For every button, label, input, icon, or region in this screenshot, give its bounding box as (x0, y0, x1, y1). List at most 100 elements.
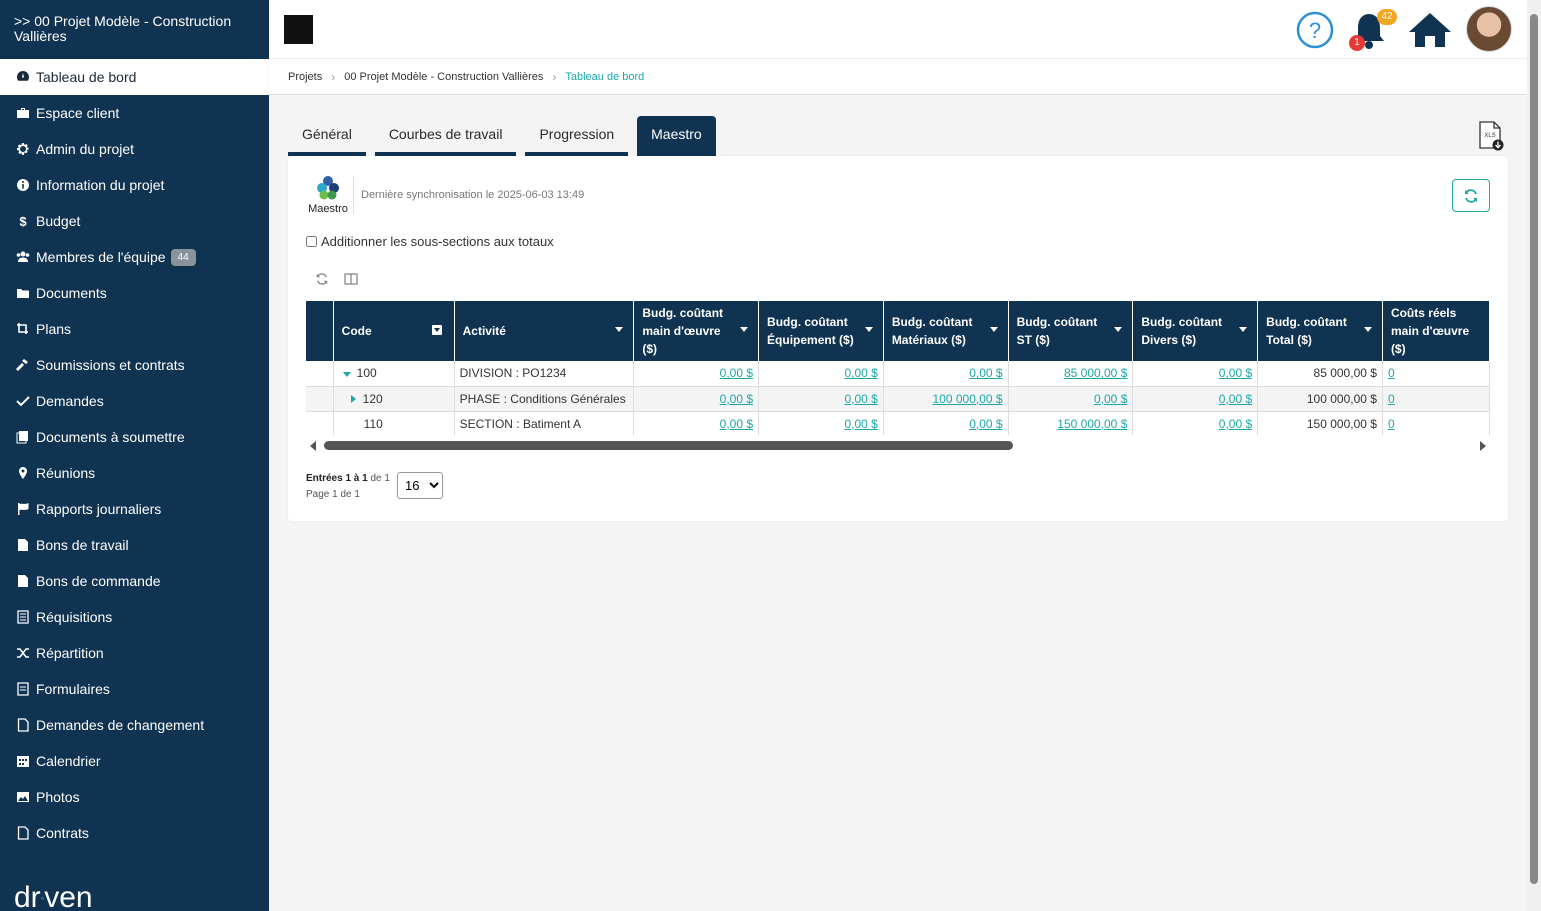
dropdown-icon[interactable] (1114, 327, 1123, 332)
sidebar-item-réquisitions[interactable]: Réquisitions (0, 599, 269, 635)
row-st-budget[interactable]: 150 000,00 $ (1008, 411, 1134, 435)
sidebar-item-réunions[interactable]: Réunions (0, 455, 269, 491)
sum-subsections-option[interactable]: Additionner les sous-sections aux totaux (306, 234, 554, 249)
page-vertical-scrollbar[interactable] (1527, 0, 1541, 911)
column-header-labour-budget[interactable]: Budg. coûtant main d'œuvre ($) (633, 301, 760, 361)
row-actual-labour[interactable]: 0 (1382, 361, 1490, 387)
column-header-equipment-budget[interactable]: Budg. coûtant Équipement ($) (758, 301, 884, 361)
calendar-icon (14, 753, 32, 769)
collapse-icon[interactable] (342, 372, 351, 378)
sidebar-item-demandes[interactable]: Demandes (0, 383, 269, 419)
shuffle-icon (14, 645, 32, 661)
column-header-st-budget[interactable]: Budg. coûtant ST ($) (1008, 301, 1134, 361)
column-header-total-budget[interactable]: Budg. coûtant Total ($) (1257, 301, 1383, 361)
row-equipment-budget[interactable]: 0,00 $ (758, 411, 884, 435)
tab-maestro[interactable]: Maestro (637, 116, 716, 156)
sidebar-item-documents[interactable]: Documents (0, 275, 269, 311)
table-row: 110 SECTION : Batiment A 0,00 $ 0,00 $ 0… (306, 411, 1490, 435)
sidebar-item-membres-de-l-équipe[interactable]: Membres de l'équipe 44 (0, 239, 269, 275)
gear-icon (14, 141, 32, 157)
columns-icon[interactable] (344, 272, 358, 286)
sidebar-item-rapports-journaliers[interactable]: Rapports journaliers (0, 491, 269, 527)
sidebar-item-contrats[interactable]: Contrats (0, 815, 269, 851)
sync-button[interactable] (1452, 179, 1490, 212)
column-header-misc-budget[interactable]: Budg. coûtant Divers ($) (1132, 301, 1259, 361)
row-labour-budget[interactable]: 0,00 $ (633, 411, 760, 435)
column-header-code[interactable]: Code (333, 301, 455, 361)
sidebar: >> 00 Projet Modèle - Construction Valli… (0, 0, 269, 911)
row-materials-budget[interactable]: 0,00 $ (883, 411, 1009, 435)
home-icon[interactable] (1407, 10, 1453, 50)
column-header-actual-labour-costs[interactable]: Coûts réels main d'œuvre ($) (1382, 301, 1490, 361)
tab-progression[interactable]: Progression (525, 116, 629, 156)
scroll-right-icon[interactable] (1480, 441, 1486, 451)
page-size-select[interactable]: 16 (397, 472, 443, 499)
column-header-activity[interactable]: Activité (454, 301, 635, 361)
sidebar-item-label: Bons de commande (36, 573, 161, 589)
sidebar-item-soumissions-et-contrats[interactable]: Soumissions et contrats (0, 347, 269, 383)
main-content: Général Courbes de travail Progression M… (269, 96, 1527, 911)
breadcrumb-projects[interactable]: Projets (288, 71, 322, 83)
row-misc-budget[interactable]: 0,00 $ (1132, 411, 1259, 435)
dropdown-icon[interactable] (740, 327, 749, 332)
dropdown-icon[interactable] (615, 327, 624, 332)
sidebar-item-répartition[interactable]: Répartition (0, 635, 269, 671)
sort-icon[interactable] (431, 325, 442, 335)
sum-subsections-checkbox[interactable] (306, 236, 317, 247)
dropdown-icon[interactable] (1239, 327, 1248, 332)
row-misc-budget[interactable]: 0,00 $ (1132, 361, 1259, 387)
sidebar-item-espace-client[interactable]: Espace client (0, 95, 269, 131)
breadcrumb-project[interactable]: 00 Projet Modèle - Construction Vallière… (344, 71, 543, 83)
row-st-budget[interactable]: 85 000,00 $ (1008, 361, 1134, 387)
sidebar-item-calendrier[interactable]: Calendrier (0, 743, 269, 779)
dropdown-icon[interactable] (864, 327, 873, 332)
breadcrumb: Projets › 00 Projet Modèle - Constructio… (269, 60, 1527, 95)
folder-icon (14, 285, 32, 301)
dropdown-icon[interactable] (1363, 327, 1372, 332)
sidebar-item-information-du-projet[interactable]: Information du projet (0, 167, 269, 203)
dropdown-icon[interactable] (989, 327, 998, 332)
row-st-budget[interactable]: 0,00 $ (1008, 386, 1134, 412)
row-equipment-budget[interactable]: 0,00 $ (758, 386, 884, 412)
scroll-thumb[interactable] (324, 441, 1013, 450)
divider (353, 176, 354, 214)
table-horizontal-scrollbar[interactable] (306, 437, 1490, 453)
sidebar-item-tableau-de-bord[interactable]: Tableau de bord (0, 59, 269, 95)
tab-work-curves[interactable]: Courbes de travail (374, 116, 517, 156)
sidebar-item-bons-de-travail[interactable]: Bons de travail (0, 527, 269, 563)
sidebar-item-label: Demandes (36, 393, 104, 409)
check-icon (14, 393, 32, 409)
row-misc-budget[interactable]: 0,00 $ (1132, 386, 1259, 412)
sidebar-item-budget[interactable]: $ Budget (0, 203, 269, 239)
reload-icon[interactable] (315, 272, 329, 286)
sidebar-item-plans[interactable]: Plans (0, 311, 269, 347)
sidebar-item-demandes-de-changement[interactable]: Demandes de changement (0, 707, 269, 743)
column-header-materials-budget[interactable]: Budg. coûtant Matériaux ($) (883, 301, 1009, 361)
scroll-thumb[interactable] (1530, 14, 1538, 884)
user-avatar[interactable] (1466, 6, 1512, 52)
last-sync-text: Dernière synchronisation le 2025-06-03 1… (361, 189, 585, 201)
project-title[interactable]: >> 00 Projet Modèle - Construction Valli… (0, 0, 269, 59)
sidebar-item-bons-de-commande[interactable]: Bons de commande (0, 563, 269, 599)
sidebar-item-admin-du-projet[interactable]: Admin du projet (0, 131, 269, 167)
sidebar-item-formulaires[interactable]: Formulaires (0, 671, 269, 707)
expand-icon[interactable] (350, 394, 356, 403)
row-materials-budget[interactable]: 0,00 $ (883, 361, 1009, 387)
help-icon[interactable]: ? (1295, 10, 1335, 50)
sidebar-item-documents-à-soumettre[interactable]: Documents à soumettre (0, 419, 269, 455)
company-logo[interactable] (284, 15, 313, 44)
alerts-badge: 1 (1349, 35, 1365, 51)
form-icon (14, 681, 32, 697)
sidebar-item-photos[interactable]: Photos (0, 779, 269, 815)
chevron-right-icon: › (331, 70, 336, 84)
row-actual-labour[interactable]: 0 (1382, 411, 1490, 435)
users-icon (14, 249, 32, 265)
row-labour-budget[interactable]: 0,00 $ (633, 361, 760, 387)
row-actual-labour[interactable]: 0 (1382, 386, 1490, 412)
tab-general[interactable]: Général (288, 116, 366, 156)
row-materials-budget[interactable]: 100 000,00 $ (883, 386, 1009, 412)
scroll-left-icon[interactable] (310, 441, 316, 451)
row-equipment-budget[interactable]: 0,00 $ (758, 361, 884, 387)
row-labour-budget[interactable]: 0,00 $ (633, 386, 760, 412)
export-xls-icon[interactable]: XLS (1477, 121, 1505, 151)
